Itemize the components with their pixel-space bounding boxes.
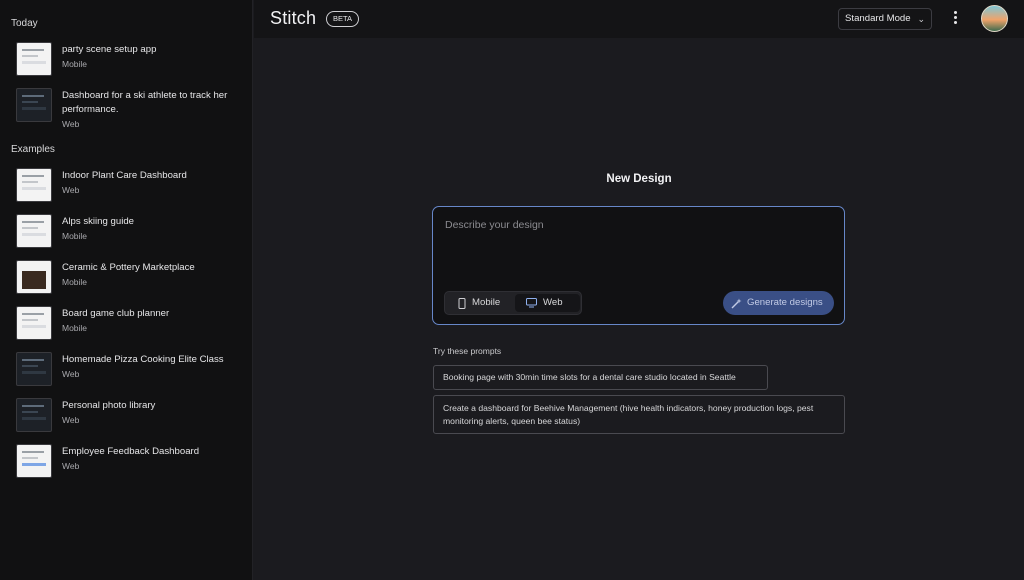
item-title: Dashboard for a ski athlete to track her… — [62, 90, 228, 115]
example-item[interactable]: Ceramic & Pottery Marketplace Mobile — [16, 260, 246, 300]
prompt-suggestion[interactable]: Booking page with 30min time slots for a… — [433, 365, 768, 390]
mode-select-value: Standard Mode — [845, 13, 911, 24]
platform-mobile-button[interactable]: Mobile — [448, 294, 512, 312]
example-item[interactable]: Board game club planner Mobile — [16, 306, 246, 346]
more-options-icon[interactable] — [954, 11, 958, 27]
item-platform: Mobile — [62, 231, 88, 241]
generate-designs-button[interactable]: Generate designs — [723, 291, 834, 315]
generate-designs-label: Generate designs — [747, 297, 823, 308]
prompt-suggestion[interactable]: Create a dashboard for Beehive Managemen… — [433, 395, 845, 434]
item-platform: Web — [62, 415, 80, 425]
design-thumbnail — [16, 42, 52, 76]
history-item[interactable]: party scene setup app Mobile — [16, 42, 246, 82]
item-platform: Web — [62, 185, 80, 195]
chevron-down-icon: ⌄ — [917, 14, 925, 24]
design-thumbnail — [16, 398, 52, 432]
prompt-box: Mobile Web Generate designs — [432, 206, 845, 325]
sidebar: Today party scene setup app Mobile Dashb… — [0, 0, 253, 580]
example-item[interactable]: Indoor Plant Care Dashboard Web — [16, 168, 246, 208]
item-platform: Web — [62, 369, 80, 379]
design-thumbnail — [16, 214, 52, 248]
example-item[interactable]: Homemade Pizza Cooking Elite Class Web — [16, 352, 246, 392]
magic-wand-icon — [731, 298, 742, 309]
page-title: New Design — [606, 173, 672, 185]
platform-web-label: Web — [543, 297, 563, 308]
design-thumbnail — [16, 306, 52, 340]
item-platform: Web — [62, 461, 80, 471]
history-item[interactable]: Dashboard for a ski athlete to track her… — [16, 88, 246, 132]
item-platform: Mobile — [62, 59, 88, 69]
design-thumbnail — [16, 444, 52, 478]
mobile-icon — [458, 298, 466, 309]
item-title: Alps skiing guide — [62, 216, 134, 227]
mode-select[interactable]: Standard Mode ⌄ — [838, 8, 932, 30]
example-item[interactable]: Employee Feedback Dashboard Web — [16, 444, 246, 484]
platform-mobile-label: Mobile — [472, 297, 501, 308]
item-title: Employee Feedback Dashboard — [62, 446, 200, 457]
item-title: party scene setup app — [62, 44, 157, 55]
item-platform: Mobile — [62, 277, 88, 287]
section-label-examples: Examples — [11, 144, 55, 155]
top-bar: Stitch BETA Standard Mode ⌄ — [254, 0, 1024, 38]
section-label-today: Today — [11, 18, 38, 29]
design-prompt-input[interactable] — [443, 217, 837, 281]
item-platform: Mobile — [62, 323, 88, 333]
item-title: Board game club planner — [62, 308, 170, 319]
platform-web-button[interactable]: Web — [515, 294, 580, 312]
item-platform: Web — [62, 119, 80, 129]
design-thumbnail — [16, 168, 52, 202]
avatar[interactable] — [981, 5, 1008, 32]
example-item[interactable]: Personal photo library Web — [16, 398, 246, 438]
beta-badge: BETA — [326, 11, 360, 27]
item-title: Homemade Pizza Cooking Elite Class — [62, 354, 224, 365]
example-item[interactable]: Alps skiing guide Mobile — [16, 214, 246, 254]
platform-toggle: Mobile Web — [444, 291, 582, 315]
design-thumbnail — [16, 88, 52, 122]
item-title: Indoor Plant Care Dashboard — [62, 170, 187, 181]
design-thumbnail — [16, 260, 52, 294]
item-title: Personal photo library — [62, 400, 156, 411]
monitor-icon — [526, 298, 537, 308]
design-thumbnail — [16, 352, 52, 386]
item-title: Ceramic & Pottery Marketplace — [62, 262, 195, 273]
app-logo[interactable]: Stitch — [270, 8, 316, 29]
try-prompts-label: Try these prompts — [433, 346, 502, 356]
